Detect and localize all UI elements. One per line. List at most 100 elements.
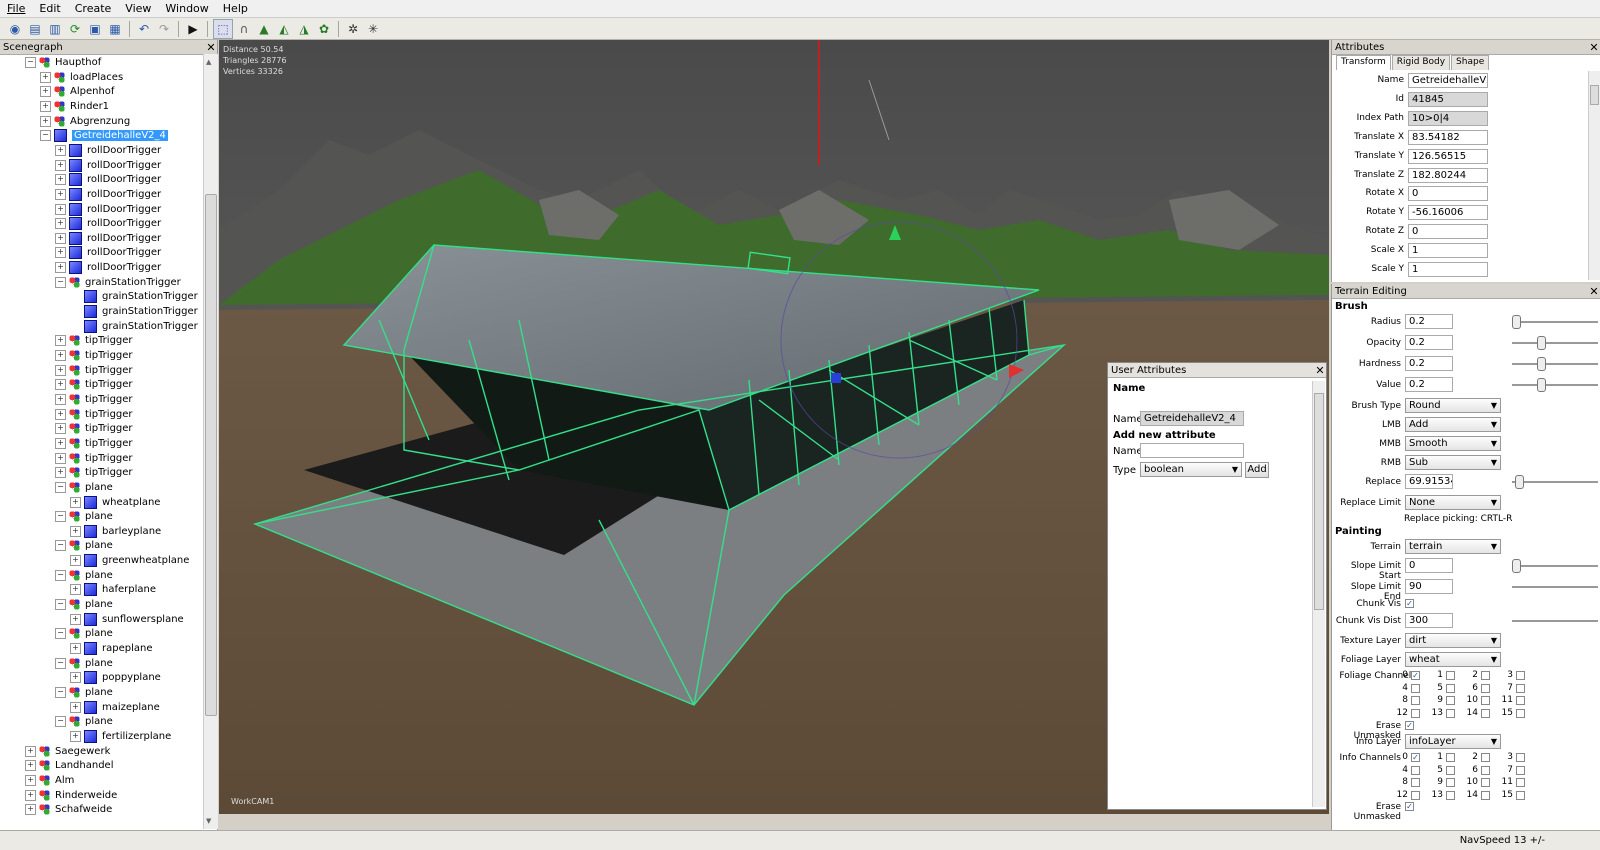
tree-item[interactable]: − grainStationTrigger: [55, 275, 181, 290]
opacity-slider-thumb[interactable]: [1537, 336, 1546, 350]
opacity-slider[interactable]: [1512, 342, 1598, 344]
expand-icon[interactable]: +: [70, 555, 81, 567]
mmb-select[interactable]: Smooth ▼: [1405, 436, 1501, 451]
terrain-select[interactable]: terrain ▼: [1405, 539, 1501, 554]
tree-item[interactable]: +grainStationTrigger: [70, 319, 198, 334]
channel-checkbox[interactable]: [1411, 778, 1420, 787]
tab-shape[interactable]: Shape: [1451, 55, 1490, 70]
tree-item[interactable]: + tipTrigger: [55, 363, 133, 378]
attribute-value-field[interactable]: 0: [1408, 186, 1488, 202]
collapse-icon[interactable]: −: [55, 686, 66, 698]
attribute-value-field[interactable]: 1: [1408, 262, 1488, 277]
tree-item[interactable]: + rollDoorTrigger: [55, 187, 161, 202]
attribute-value-field[interactable]: GetreidehalleV2_4: [1408, 73, 1488, 88]
expand-icon[interactable]: +: [70, 525, 81, 537]
channel-checkbox[interactable]: [1516, 790, 1525, 800]
tree-item[interactable]: + rollDoorTrigger: [55, 158, 161, 173]
attribute-value-field[interactable]: 182.80244: [1408, 167, 1488, 183]
expand-icon[interactable]: +: [70, 672, 81, 684]
new-attribute-name-input[interactable]: [1140, 443, 1244, 458]
refresh-icon[interactable]: ⟳: [66, 20, 84, 38]
radius-slider-thumb[interactable]: [1512, 315, 1521, 329]
tree-item[interactable]: + rollDoorTrigger: [55, 172, 161, 187]
chunk-vis-checkbox[interactable]: ✓: [1405, 599, 1414, 608]
save-icon[interactable]: ▣: [86, 20, 104, 38]
expand-icon[interactable]: +: [70, 730, 81, 742]
expand-icon[interactable]: +: [25, 760, 36, 772]
tree-item[interactable]: + tipTrigger: [55, 421, 133, 436]
chunk-vis-dist-input[interactable]: 300: [1405, 613, 1453, 628]
channel-checkbox[interactable]: [1411, 790, 1420, 800]
expand-icon[interactable]: +: [25, 789, 36, 801]
replace-input[interactable]: 69.91534: [1405, 474, 1453, 489]
type-select[interactable]: boolean ▼: [1140, 462, 1242, 477]
tree-item[interactable]: + tipTrigger: [55, 436, 133, 451]
tree-item[interactable]: + tipTrigger: [55, 465, 133, 480]
scrollbar-thumb[interactable]: [1590, 85, 1599, 105]
channel-checkbox[interactable]: [1516, 778, 1525, 787]
radius-slider[interactable]: [1512, 321, 1598, 323]
tree-item[interactable]: + greenwheatplane: [70, 553, 189, 568]
channel-checkbox[interactable]: ✓: [1411, 753, 1420, 762]
import-icon[interactable]: ▥: [46, 20, 64, 38]
tree-item[interactable]: + Landhandel: [25, 758, 113, 773]
collapse-icon[interactable]: −: [55, 276, 66, 288]
expand-icon[interactable]: +: [70, 496, 81, 508]
expand-icon[interactable]: +: [40, 100, 51, 112]
expand-icon[interactable]: +: [70, 701, 81, 713]
scenegraph-scrollbar[interactable]: ▲ ▼: [203, 54, 218, 829]
replace-slider[interactable]: [1512, 481, 1598, 483]
tab-rigid-body[interactable]: Rigid Body: [1391, 55, 1451, 70]
chunk-vis-dist-slider[interactable]: [1512, 620, 1598, 622]
channel-checkbox[interactable]: [1446, 696, 1455, 705]
menu-window[interactable]: Window: [158, 2, 215, 15]
tree-item[interactable]: +grainStationTrigger: [70, 289, 198, 304]
tree-item[interactable]: + rollDoorTrigger: [55, 216, 161, 231]
tree-item[interactable]: + haferplane: [70, 582, 156, 597]
tree-item[interactable]: + rollDoorTrigger: [55, 143, 161, 158]
expand-icon[interactable]: +: [55, 188, 66, 200]
expand-icon[interactable]: +: [55, 467, 66, 479]
add-attribute-button[interactable]: Add: [1245, 462, 1269, 478]
slope-start-slider-thumb[interactable]: [1512, 559, 1521, 573]
channel-checkbox[interactable]: [1481, 683, 1490, 693]
expand-icon[interactable]: +: [55, 393, 66, 405]
tree-item[interactable]: − plane: [55, 568, 113, 583]
expand-icon[interactable]: +: [55, 174, 66, 186]
channel-checkbox[interactable]: [1481, 708, 1490, 718]
tree-item[interactable]: − Haupthof: [25, 55, 101, 70]
channel-checkbox[interactable]: [1481, 790, 1490, 800]
channel-checkbox[interactable]: [1481, 696, 1490, 705]
tree-item[interactable]: − plane: [55, 656, 113, 671]
collapse-icon[interactable]: −: [40, 130, 51, 142]
attribute-value-field[interactable]: 0: [1408, 224, 1488, 240]
lmb-select[interactable]: Add ▼: [1405, 417, 1501, 432]
open-icon[interactable]: ▤: [26, 20, 44, 38]
attribute-value-field[interactable]: -56.16006: [1408, 205, 1488, 221]
tree-item[interactable]: + wheatplane: [70, 495, 160, 510]
texture-layer-select[interactable]: dirt ▼: [1405, 633, 1501, 648]
menu-help[interactable]: Help: [216, 2, 255, 15]
tree-item[interactable]: − plane: [55, 714, 113, 729]
hardness-slider-thumb[interactable]: [1537, 357, 1546, 371]
expand-icon[interactable]: +: [25, 774, 36, 786]
expand-icon[interactable]: +: [55, 232, 66, 244]
value-slider-thumb[interactable]: [1537, 378, 1546, 392]
tree-item[interactable]: +grainStationTrigger: [70, 304, 198, 319]
expand-icon[interactable]: +: [55, 203, 66, 215]
expand-icon[interactable]: +: [55, 218, 66, 230]
tree-item[interactable]: + tipTrigger: [55, 377, 133, 392]
expand-icon[interactable]: +: [70, 613, 81, 625]
tree-item[interactable]: + rollDoorTrigger: [55, 245, 161, 260]
tree-item[interactable]: + tipTrigger: [55, 348, 133, 363]
channel-checkbox[interactable]: [1446, 765, 1455, 775]
radius-input[interactable]: 0.2: [1405, 314, 1453, 329]
settings-alt-icon[interactable]: ✳: [364, 20, 382, 38]
scrollbar-thumb[interactable]: [205, 194, 217, 716]
tree-item[interactable]: + rapeplane: [70, 641, 152, 656]
channel-checkbox[interactable]: [1516, 683, 1525, 693]
tree-item[interactable]: + rollDoorTrigger: [55, 260, 161, 275]
attribute-value-field[interactable]: 1: [1408, 243, 1488, 259]
close-icon[interactable]: ✕: [205, 41, 217, 54]
new-icon[interactable]: ◉: [6, 20, 24, 38]
